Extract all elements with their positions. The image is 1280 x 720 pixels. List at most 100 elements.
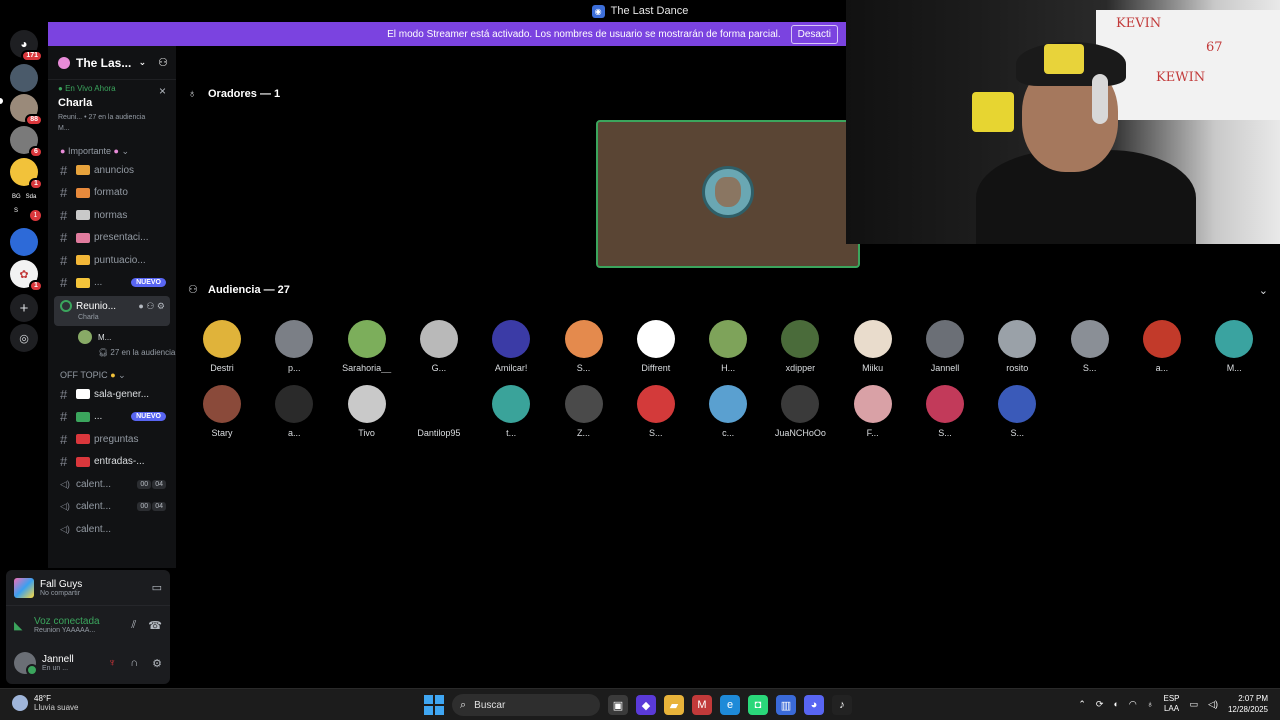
live-now-card[interactable]: ● En Vivo Ahora × Charla Reuni... • 27 e… <box>48 80 176 136</box>
channel-item[interactable]: # formato <box>48 182 176 205</box>
channel-emoji-icon <box>76 456 90 467</box>
disconnect-icon[interactable]: ☎ <box>148 619 162 632</box>
tiktok-icon[interactable]: ♪ <box>832 695 852 715</box>
screen-share-icon[interactable]: ▭ <box>152 581 162 594</box>
headset <box>1092 74 1108 124</box>
audience-member[interactable]: S... <box>1054 320 1126 373</box>
clock[interactable]: 2:07 PM 12/28/2025 <box>1228 693 1268 715</box>
server-icon-6[interactable]: ✿ 1 <box>10 260 43 292</box>
server-folder[interactable]: BG Sda <box>12 194 36 200</box>
audience-member[interactable]: a... <box>1126 320 1198 373</box>
channel-item[interactable]: # normas <box>48 204 176 227</box>
audience-member[interactable]: xdipper <box>764 320 836 373</box>
discover-button[interactable]: ◎ <box>10 324 38 352</box>
app-icon[interactable]: ▥ <box>776 695 796 715</box>
member-name: t... <box>506 428 517 438</box>
wifi-icon[interactable]: ◠ <box>1129 699 1137 710</box>
speaker-tile[interactable] <box>596 120 860 268</box>
app-icon[interactable]: ◘ <box>748 695 768 715</box>
server-icon-2[interactable]: 88 <box>10 94 43 126</box>
deactivate-button[interactable]: Desacti <box>790 24 838 44</box>
add-server-button[interactable]: + <box>10 294 38 322</box>
voice-channel-item[interactable]: ◁) calent... 00 04 <box>48 496 176 519</box>
audience-member[interactable]: Amilcar! <box>475 320 547 373</box>
invite-icon[interactable]: ⚇ <box>158 56 168 69</box>
discord-icon[interactable]: ◕ <box>804 695 824 715</box>
audience-member[interactable]: JuaNCHoOo <box>764 385 836 438</box>
channel-item[interactable]: # sala-gener... <box>48 383 176 406</box>
server-icon-3[interactable]: 6 <box>10 126 43 158</box>
noise-suppression-icon[interactable]: ⫽ <box>131 619 136 632</box>
category-offtopic[interactable]: OFF TOPIC ● ⌄ <box>48 358 176 383</box>
discord-home-button[interactable]: ◕ 171 <box>10 30 43 62</box>
audience-member[interactable]: Jannell <box>909 320 981 373</box>
headphones-icon[interactable]: ∩ <box>130 657 138 670</box>
gear-icon[interactable]: ⚙ <box>157 301 165 311</box>
channel-item[interactable]: # puntuacio... <box>48 249 176 272</box>
audience-member[interactable]: S... <box>981 385 1053 438</box>
category-importante[interactable]: ● Importante ● ⌄ <box>48 136 176 159</box>
taskbar-search[interactable]: ⌕ Buscar <box>452 694 600 716</box>
audience-member[interactable]: Destri <box>186 320 258 373</box>
channel-item[interactable]: # anuncios <box>48 159 176 182</box>
language-indicator[interactable]: ESP LAA <box>1164 694 1180 714</box>
audience-member[interactable]: Stary <box>186 385 258 438</box>
audience-member[interactable]: M... <box>1198 320 1270 373</box>
audience-member[interactable]: Sarahoria__ <box>331 320 403 373</box>
audience-member[interactable]: S... <box>620 385 692 438</box>
copilot-icon[interactable]: ◆ <box>636 695 656 715</box>
chevron-down-icon[interactable]: ⌄ <box>1259 284 1268 297</box>
audience-member[interactable]: G... <box>403 320 475 373</box>
audience-member[interactable]: S... <box>548 320 620 373</box>
audience-member[interactable]: Dantilop95 <box>403 385 475 438</box>
gear-icon[interactable]: ⚙ <box>152 657 162 670</box>
audience-member[interactable]: rosito <box>981 320 1053 373</box>
channel-item[interactable]: #... NUEVO <box>48 406 176 429</box>
audience-member[interactable]: a... <box>258 385 330 438</box>
channel-item[interactable]: #... NUEVO <box>48 272 176 295</box>
avatar[interactable] <box>14 652 38 676</box>
audience-member[interactable]: S... <box>909 385 981 438</box>
voice-channel-reunion[interactable]: Reunio... Charla ● ⚇ ⚙ <box>54 296 170 326</box>
lotus-icon: ✿ <box>19 268 29 281</box>
server-icon-1[interactable] <box>10 64 38 92</box>
audience-member[interactable]: Miiku <box>837 320 909 373</box>
mcafee-icon[interactable]: M <box>692 695 712 715</box>
server-header[interactable]: The Las... ⌄ ⚇ <box>48 46 176 80</box>
channel-item[interactable]: # preguntas <box>48 428 176 451</box>
audience-member[interactable]: t... <box>475 385 547 438</box>
close-icon[interactable]: × <box>159 84 166 98</box>
edge-icon[interactable]: e <box>720 695 740 715</box>
participant-name: M... <box>98 332 112 342</box>
chat-bubble-icon[interactable]: ● <box>138 301 143 311</box>
audience-member[interactable]: Z... <box>548 385 620 438</box>
user-status: En un ... <box>42 665 69 672</box>
chevron-up-icon[interactable]: ⌃ <box>1078 699 1086 710</box>
audience-member[interactable]: H... <box>692 320 764 373</box>
start-button[interactable] <box>424 695 444 715</box>
audience-member[interactable]: Diffrent <box>620 320 692 373</box>
task-view-icon[interactable]: ▣ <box>608 695 628 715</box>
server-icon-laugh[interactable]: 1 <box>10 158 43 190</box>
file-explorer-icon[interactable]: ▰ <box>664 695 684 715</box>
sync-icon[interactable]: ⟳ <box>1096 699 1104 710</box>
channel-item[interactable]: # entradas-... <box>48 451 176 474</box>
audience-member[interactable]: F... <box>837 385 909 438</box>
audience-member[interactable]: p... <box>258 320 330 373</box>
app-tray-icon[interactable]: ◐ <box>1113 699 1118 709</box>
channel-item[interactable]: # presentaci... <box>48 227 176 250</box>
audience-member[interactable]: Tivo <box>331 385 403 438</box>
stage-participant[interactable]: M... 🎧︎ 27 en la audiencia <box>48 326 176 358</box>
volume-icon[interactable]: ◁) <box>1208 699 1218 710</box>
server-icon-5[interactable] <box>10 228 38 256</box>
voice-channel-item[interactable]: ◁) calent... 00 04 <box>48 473 176 496</box>
display-icon[interactable]: ▭ <box>1190 699 1199 710</box>
activity-row[interactable]: Fall Guys No compartir ▭ <box>6 570 170 606</box>
weather-widget[interactable]: 48°F Lluvia suave <box>12 694 78 712</box>
mic-icon[interactable]: ♁ <box>1147 699 1154 709</box>
add-member-icon[interactable]: ⚇ <box>146 301 154 311</box>
user-panel: Fall Guys No compartir ▭ ◣ Voz conectada… <box>6 570 170 684</box>
voice-channel-item[interactable]: ◁) calent... <box>48 518 176 541</box>
mic-muted-icon[interactable]: ♆ <box>108 657 116 670</box>
audience-member[interactable]: c... <box>692 385 764 438</box>
